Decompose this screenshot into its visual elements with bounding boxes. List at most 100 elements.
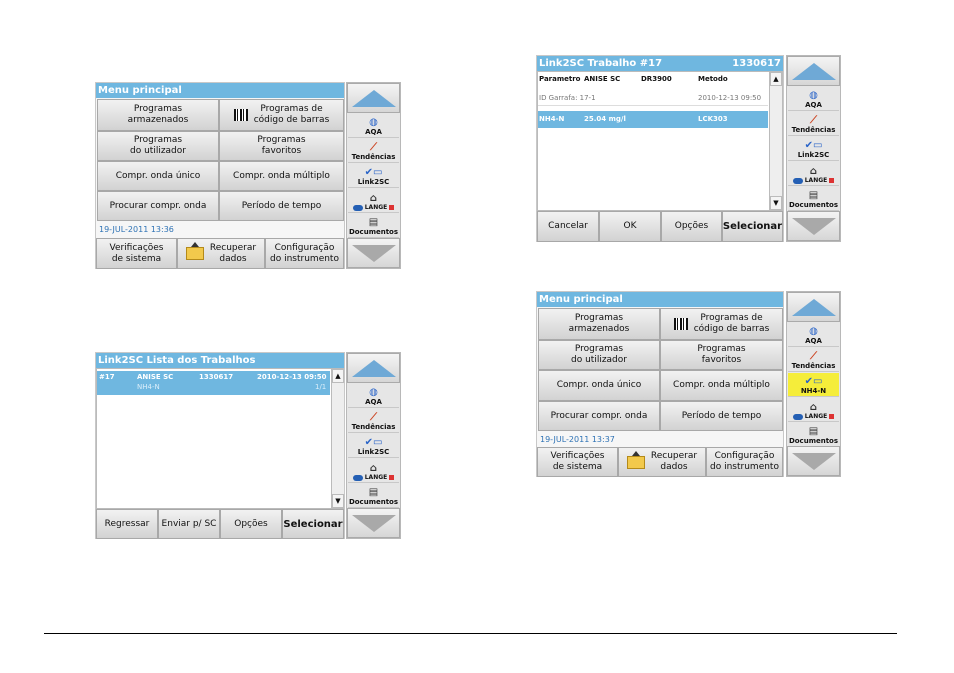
sidebar-trends[interactable]: ⟋ Tendências — [348, 139, 399, 163]
header-name: ANISE SC — [584, 75, 621, 83]
result-row-selected[interactable]: NH4-N 25.04 mg/l LCK303 — [538, 111, 768, 128]
header-param: Parametro — [539, 75, 581, 83]
date-time: 19-JUL-2011 13:37 — [540, 435, 615, 444]
sidebar-trends[interactable]: ⟋ Tendências — [348, 409, 399, 433]
time-course-button[interactable]: Período de tempo — [219, 191, 344, 221]
scroll-up-small-button[interactable]: ▲ — [770, 72, 782, 86]
sidebar-trends[interactable]: ⟋ Tendências — [788, 112, 839, 136]
down-arrow-icon — [351, 514, 396, 532]
sidebar-documents[interactable]: ▤ Documentos — [348, 484, 399, 508]
back-button[interactable]: Regressar — [96, 509, 158, 539]
barcode-programs-button[interactable]: Programas de código de barras — [660, 308, 783, 340]
stored-programs-button[interactable]: Programas armazenados — [97, 99, 219, 131]
sidebar-nh4n-highlighted[interactable]: ✔▭ NH4-N — [788, 373, 839, 397]
scroll-up-button[interactable] — [347, 83, 400, 113]
sidebar-documents[interactable]: ▤ Documentos — [788, 187, 839, 211]
ok-button[interactable]: OK — [599, 211, 661, 242]
time-course-button[interactable]: Período de tempo — [660, 401, 783, 431]
options-button[interactable]: Opções — [220, 509, 282, 539]
favorite-programs-button[interactable]: Programas favoritos — [660, 340, 783, 370]
sidebar-label: Link2SC — [357, 448, 390, 456]
cancel-button[interactable]: Cancelar — [537, 211, 599, 242]
documents-icon: ▤ — [368, 487, 379, 498]
bottle-date: 2010-12-13 09:50 — [698, 94, 762, 102]
barcode-icon — [233, 109, 248, 121]
sidebar-aqa[interactable]: ◍ AQA — [788, 323, 839, 347]
sidebar: ◍ AQA ⟋ Tendências ✔▭ Link2SC ⌂ LANGE ▤ Docum… — [346, 352, 401, 539]
sidebar-label: Documentos — [788, 437, 839, 445]
instrument-setup-button[interactable]: Configuração do instrumento — [706, 447, 783, 477]
barcode-icon — [673, 318, 688, 330]
home-icon: ⌂ — [369, 463, 378, 474]
sidebar-aqa[interactable]: ◍ AQA — [348, 384, 399, 408]
scroll-down-button[interactable] — [787, 211, 840, 241]
folder-icon — [185, 242, 204, 260]
screen-job-detail: Link2SC Trabalho #17 1330617 Parametro A… — [536, 55, 784, 242]
sidebar-aqa[interactable]: ◍ AQA — [788, 87, 839, 111]
instrument-setup-button[interactable]: Configuração do instrumento — [265, 238, 344, 269]
select-button[interactable]: Selecionar — [722, 211, 783, 242]
stored-programs-button[interactable]: Programas armazenados — [538, 308, 660, 340]
multi-wavelength-button[interactable]: Compr. onda múltiplo — [219, 161, 344, 191]
hach-lange-logo: LANGE — [792, 413, 835, 420]
sidebar-aqa[interactable]: ◍ AQA — [348, 114, 399, 138]
multi-wavelength-button[interactable]: Compr. onda múltiplo — [660, 370, 783, 401]
sidebar-link2sc[interactable]: ✔▭ Link2SC — [348, 164, 399, 188]
scroll-up-button[interactable] — [787, 56, 840, 86]
link2sc-icon: ✔▭ — [804, 376, 823, 387]
system-checks-button[interactable]: Verificações de sistema — [96, 238, 177, 269]
barcode-programs-button[interactable]: Programas de código de barras — [219, 99, 344, 131]
job-param: NH4-N — [137, 383, 160, 391]
hach-lange-logo: LANGE — [352, 474, 395, 481]
job-row-selected[interactable]: #17 ANISE SC 1330617 2010-12-13 09:50 NH… — [97, 371, 330, 395]
send-to-sc-button[interactable]: Enviar p/ SC — [158, 509, 220, 539]
scroll-down-button[interactable] — [347, 238, 400, 268]
link2sc-icon: ✔▭ — [364, 437, 383, 448]
wavelength-scan-button[interactable]: Procurar compr. onda — [538, 401, 660, 431]
scroll-down-button[interactable] — [347, 508, 400, 538]
scroll-up-button[interactable] — [787, 292, 840, 322]
sidebar-home[interactable]: ⌂ LANGE — [788, 398, 839, 422]
wavelength-scan-button[interactable]: Procurar compr. onda — [97, 191, 219, 221]
down-arrow-icon — [351, 244, 396, 262]
sidebar-documents[interactable]: ▤ Documentos — [788, 423, 839, 447]
recall-data-button[interactable]: Recuperar dados — [618, 447, 706, 477]
list-scrollbar[interactable]: ▲ ▼ — [769, 72, 782, 210]
sidebar-link2sc[interactable]: ✔▭ Link2SC — [788, 137, 839, 161]
globe-icon: ◍ — [809, 90, 818, 101]
scroll-down-small-button[interactable]: ▼ — [770, 196, 782, 210]
job-title-number: 1330617 — [732, 58, 781, 69]
table-header: Parametro ANISE SC DR3900 Metodo — [538, 75, 768, 87]
user-programs-button[interactable]: Programas do utilizador — [97, 131, 219, 161]
scroll-up-button[interactable] — [347, 353, 400, 383]
scroll-down-small-button[interactable]: ▼ — [332, 494, 344, 508]
system-checks-button[interactable]: Verificações de sistema — [537, 447, 618, 477]
date-time: 19-JUL-2011 13:36 — [99, 225, 174, 234]
job-date: 2010-12-13 09:50 — [257, 373, 327, 381]
single-wavelength-button[interactable]: Compr. onda único — [538, 370, 660, 401]
scroll-up-small-button[interactable]: ▲ — [332, 369, 344, 383]
scroll-down-button[interactable] — [787, 446, 840, 476]
favorite-programs-button[interactable]: Programas favoritos — [219, 131, 344, 161]
bottle-id-row: ID Garrafa: 17-1 2010-12-13 09:50 — [538, 94, 768, 106]
result-param: NH4-N — [539, 115, 565, 123]
sidebar-home[interactable]: ⌂ LANGE — [788, 162, 839, 186]
sidebar-label: Documentos — [348, 228, 399, 236]
single-wavelength-button[interactable]: Compr. onda único — [97, 161, 219, 191]
job-name: ANISE SC — [137, 373, 174, 381]
sidebar-label: Tendências — [791, 126, 836, 134]
options-button[interactable]: Opções — [661, 211, 722, 242]
select-button[interactable]: Selecionar — [282, 509, 344, 539]
home-icon: ⌂ — [809, 402, 818, 413]
user-programs-button[interactable]: Programas do utilizador — [538, 340, 660, 370]
sidebar-documents[interactable]: ▤ Documentos — [348, 214, 399, 238]
sidebar-home[interactable]: ⌂ LANGE — [348, 459, 399, 483]
trend-chart-icon: ⟋ — [370, 142, 377, 153]
sidebar-link2sc[interactable]: ✔▭ Link2SC — [348, 434, 399, 458]
up-arrow-icon — [351, 89, 396, 107]
recall-data-button[interactable]: Recuperar dados — [177, 238, 265, 269]
sidebar-trends[interactable]: ⟋ Tendências — [788, 348, 839, 372]
sidebar-label: AQA — [805, 101, 822, 109]
sidebar-home[interactable]: ⌂ LANGE — [348, 189, 399, 213]
list-scrollbar[interactable]: ▲ ▼ — [331, 369, 344, 508]
